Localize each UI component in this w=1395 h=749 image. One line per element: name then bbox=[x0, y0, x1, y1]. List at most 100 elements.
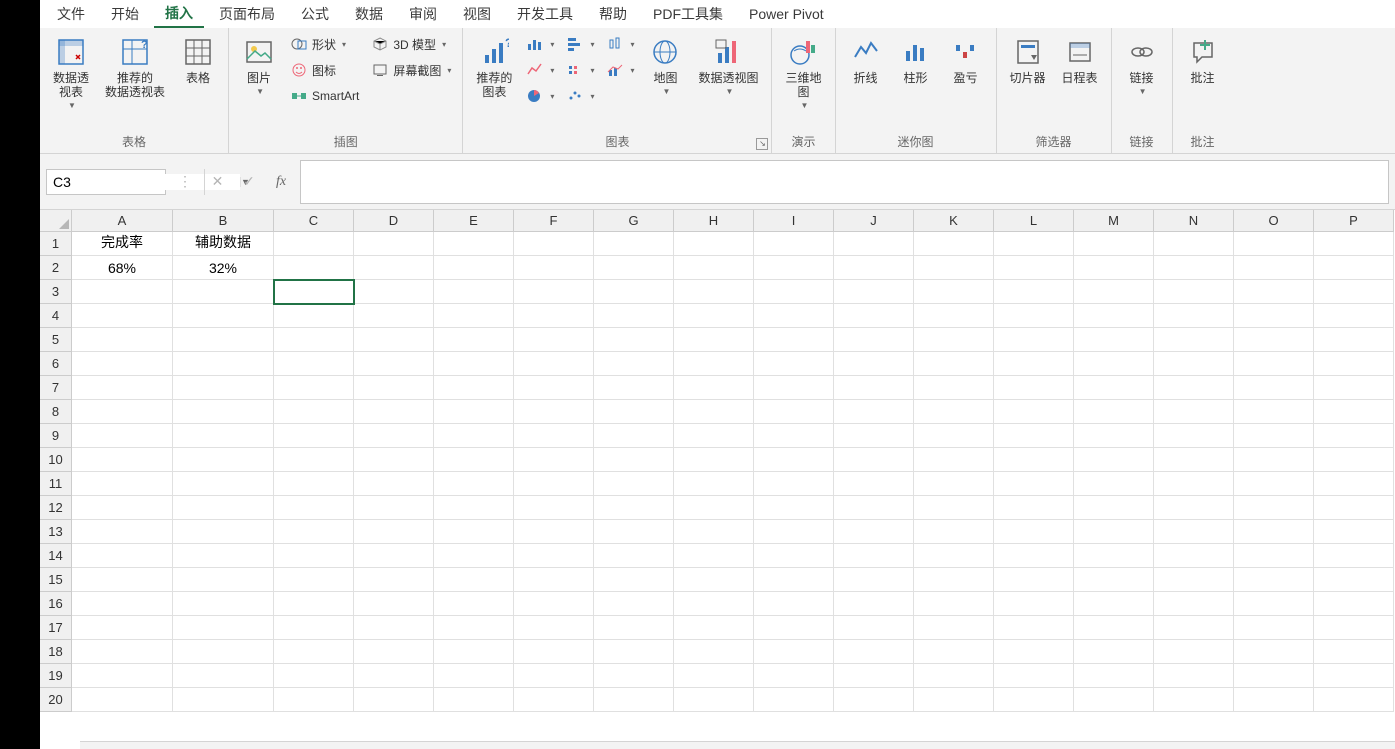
cell-F3[interactable] bbox=[514, 280, 594, 304]
enter-icon[interactable]: ✓ bbox=[236, 169, 262, 195]
slicer-button[interactable]: 切片器 bbox=[1003, 32, 1053, 88]
cell-B6[interactable] bbox=[173, 352, 274, 376]
row-header-6[interactable]: 6 bbox=[40, 352, 72, 376]
cell-H13[interactable] bbox=[674, 520, 754, 544]
cell-H15[interactable] bbox=[674, 568, 754, 592]
tab-powerpivot[interactable]: Power Pivot bbox=[738, 3, 835, 25]
cell-J10[interactable] bbox=[834, 448, 914, 472]
screenshot-button[interactable]: 屏幕截图▾ bbox=[366, 58, 456, 82]
cell-G5[interactable] bbox=[594, 328, 674, 352]
cell-I16[interactable] bbox=[754, 592, 834, 616]
cell-P11[interactable] bbox=[1314, 472, 1394, 496]
row-header-9[interactable]: 9 bbox=[40, 424, 72, 448]
cell-B16[interactable] bbox=[173, 592, 274, 616]
cell-A12[interactable] bbox=[72, 496, 173, 520]
cell-B2[interactable]: 32% bbox=[173, 256, 274, 280]
link-button[interactable]: 链接▼ bbox=[1118, 32, 1166, 99]
cell-I3[interactable] bbox=[754, 280, 834, 304]
cell-K6[interactable] bbox=[914, 352, 994, 376]
cell-K17[interactable] bbox=[914, 616, 994, 640]
cell-A16[interactable] bbox=[72, 592, 173, 616]
shapes-button[interactable]: 形状▾ bbox=[285, 32, 364, 56]
cell-F16[interactable] bbox=[514, 592, 594, 616]
cell-K9[interactable] bbox=[914, 424, 994, 448]
cell-L3[interactable] bbox=[994, 280, 1074, 304]
cell-E16[interactable] bbox=[434, 592, 514, 616]
cell-G2[interactable] bbox=[594, 256, 674, 280]
3d-model-button[interactable]: 3D 模型▾ bbox=[366, 32, 456, 56]
cell-O14[interactable] bbox=[1234, 544, 1314, 568]
cell-P12[interactable] bbox=[1314, 496, 1394, 520]
cell-I18[interactable] bbox=[754, 640, 834, 664]
recommended-pivot-button[interactable]: ? 推荐的 数据透视表 bbox=[98, 32, 172, 102]
cell-L1[interactable] bbox=[994, 232, 1074, 256]
tab-data[interactable]: 数据 bbox=[344, 1, 394, 27]
cell-G4[interactable] bbox=[594, 304, 674, 328]
cell-H8[interactable] bbox=[674, 400, 754, 424]
cell-N20[interactable] bbox=[1154, 688, 1234, 712]
row-header-5[interactable]: 5 bbox=[40, 328, 72, 352]
cell-H6[interactable] bbox=[674, 352, 754, 376]
cell-N1[interactable] bbox=[1154, 232, 1234, 256]
name-box[interactable]: ▼ bbox=[46, 169, 166, 195]
cell-K18[interactable] bbox=[914, 640, 994, 664]
cell-G8[interactable] bbox=[594, 400, 674, 424]
sparkline-line-button[interactable]: 折线 bbox=[842, 32, 890, 88]
cell-M17[interactable] bbox=[1074, 616, 1154, 640]
cell-O5[interactable] bbox=[1234, 328, 1314, 352]
cell-L7[interactable] bbox=[994, 376, 1074, 400]
tab-help[interactable]: 帮助 bbox=[588, 1, 638, 27]
cell-N12[interactable] bbox=[1154, 496, 1234, 520]
area-chart-button[interactable]: ▾ bbox=[561, 58, 599, 82]
cancel-icon[interactable]: ✕ bbox=[204, 169, 230, 195]
cell-M2[interactable] bbox=[1074, 256, 1154, 280]
cell-A10[interactable] bbox=[72, 448, 173, 472]
cell-B1[interactable]: 辅助数据 bbox=[173, 232, 274, 256]
cell-J1[interactable] bbox=[834, 232, 914, 256]
cell-G13[interactable] bbox=[594, 520, 674, 544]
cell-J3[interactable] bbox=[834, 280, 914, 304]
cell-L5[interactable] bbox=[994, 328, 1074, 352]
cell-E14[interactable] bbox=[434, 544, 514, 568]
cell-A14[interactable] bbox=[72, 544, 173, 568]
cell-E12[interactable] bbox=[434, 496, 514, 520]
row-header-2[interactable]: 2 bbox=[40, 256, 72, 280]
table-button[interactable]: 表格 bbox=[174, 32, 222, 88]
cell-D15[interactable] bbox=[354, 568, 434, 592]
cell-M4[interactable] bbox=[1074, 304, 1154, 328]
cell-C7[interactable] bbox=[274, 376, 354, 400]
cell-O16[interactable] bbox=[1234, 592, 1314, 616]
cell-P4[interactable] bbox=[1314, 304, 1394, 328]
cell-H11[interactable] bbox=[674, 472, 754, 496]
cell-H10[interactable] bbox=[674, 448, 754, 472]
cell-M11[interactable] bbox=[1074, 472, 1154, 496]
cell-I1[interactable] bbox=[754, 232, 834, 256]
cell-K2[interactable] bbox=[914, 256, 994, 280]
cell-L15[interactable] bbox=[994, 568, 1074, 592]
cell-L8[interactable] bbox=[994, 400, 1074, 424]
row-header-11[interactable]: 11 bbox=[40, 472, 72, 496]
row-header-12[interactable]: 12 bbox=[40, 496, 72, 520]
cell-I13[interactable] bbox=[754, 520, 834, 544]
cell-E15[interactable] bbox=[434, 568, 514, 592]
tab-dev[interactable]: 开发工具 bbox=[506, 1, 584, 27]
cell-I7[interactable] bbox=[754, 376, 834, 400]
tab-home[interactable]: 开始 bbox=[100, 1, 150, 27]
cell-E20[interactable] bbox=[434, 688, 514, 712]
column-header-C[interactable]: C bbox=[274, 210, 354, 232]
cell-L16[interactable] bbox=[994, 592, 1074, 616]
row-header-8[interactable]: 8 bbox=[40, 400, 72, 424]
cell-O2[interactable] bbox=[1234, 256, 1314, 280]
cell-D13[interactable] bbox=[354, 520, 434, 544]
cell-F5[interactable] bbox=[514, 328, 594, 352]
cell-I4[interactable] bbox=[754, 304, 834, 328]
cell-M7[interactable] bbox=[1074, 376, 1154, 400]
pie-chart-button[interactable]: ▾ bbox=[521, 84, 559, 108]
column-header-B[interactable]: B bbox=[173, 210, 274, 232]
cell-C11[interactable] bbox=[274, 472, 354, 496]
tab-view[interactable]: 视图 bbox=[452, 1, 502, 27]
cell-K10[interactable] bbox=[914, 448, 994, 472]
cell-L12[interactable] bbox=[994, 496, 1074, 520]
cell-A9[interactable] bbox=[72, 424, 173, 448]
cell-K7[interactable] bbox=[914, 376, 994, 400]
